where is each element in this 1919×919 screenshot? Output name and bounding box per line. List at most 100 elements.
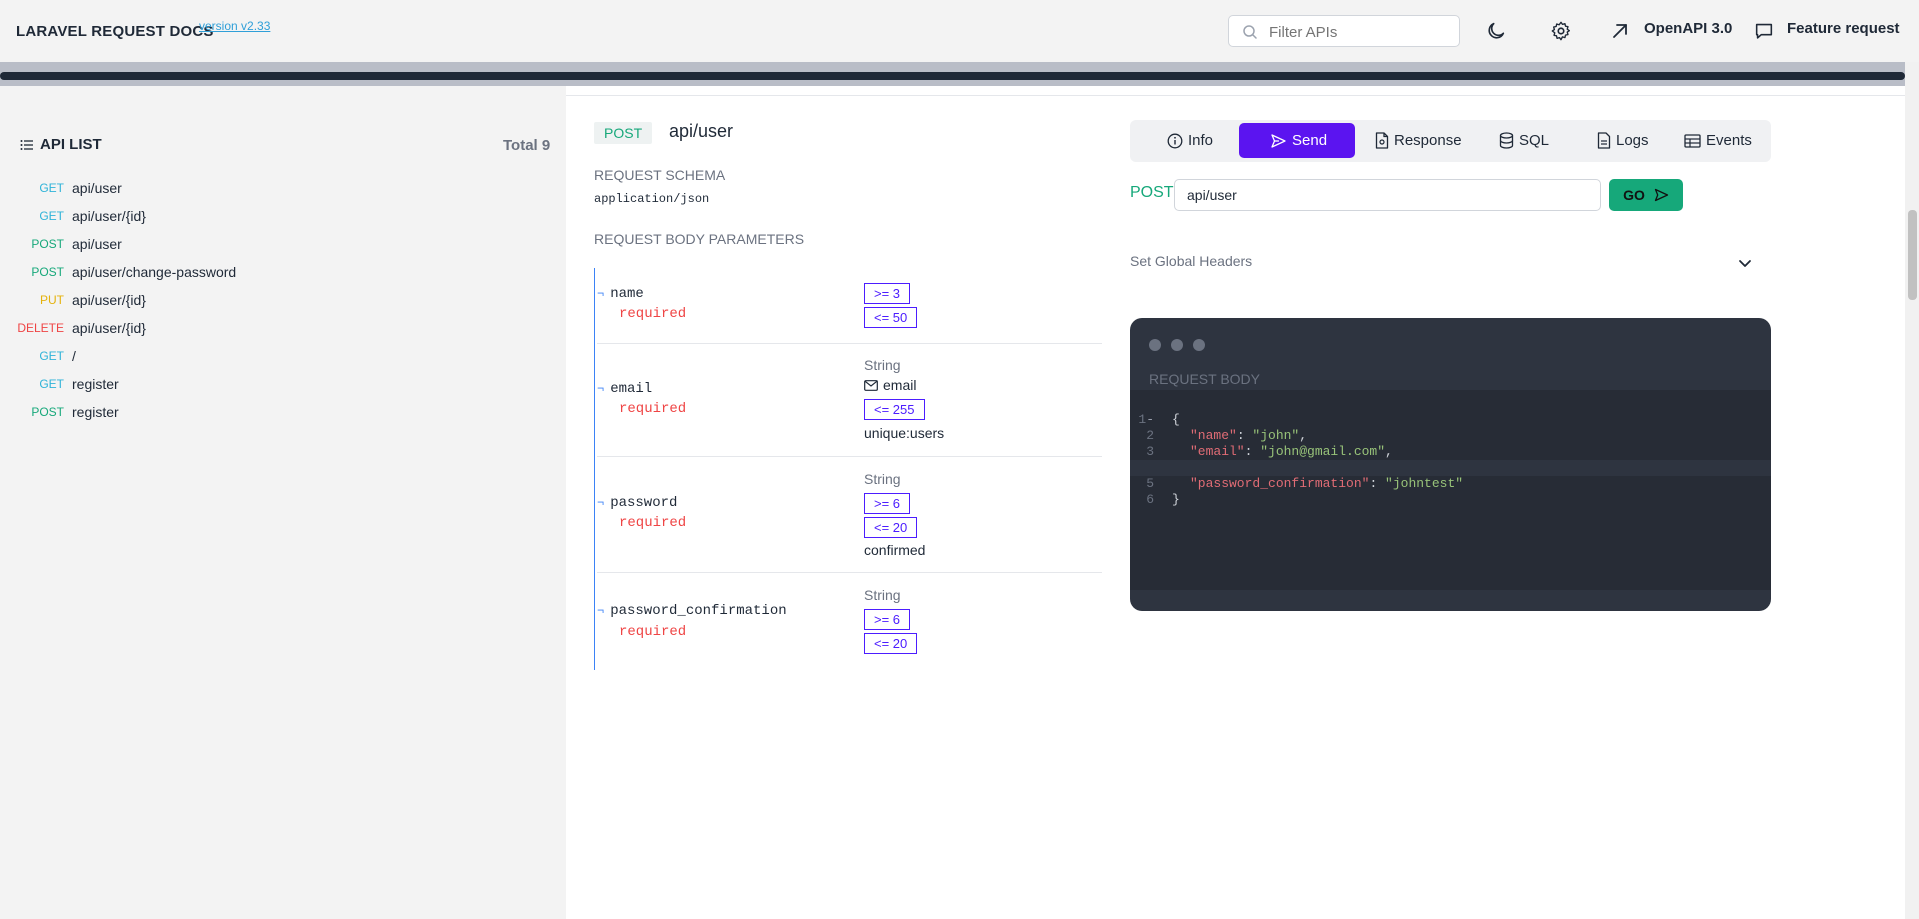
tab-bar: Info Send Response SQL Logs Events	[1130, 120, 1771, 162]
schema-label: REQUEST SCHEMA	[594, 167, 726, 183]
route-method: GET	[39, 377, 64, 391]
progress-bar	[0, 72, 1905, 80]
param-row: ¬ password_confirmation required String >…	[597, 573, 1102, 668]
request-method: POST	[1130, 184, 1174, 201]
settings-button[interactable]	[1548, 18, 1574, 44]
feature-request-link[interactable]: Feature request	[1787, 20, 1900, 37]
filter-input[interactable]	[1269, 21, 1449, 43]
sidebar-route[interactable]: GET api/user/{id}	[0, 207, 300, 227]
param-type: String	[864, 471, 901, 487]
window-dot	[1149, 339, 1161, 351]
send-icon	[1271, 133, 1286, 148]
chat-icon	[1755, 23, 1773, 39]
feature-request-icon-wrap[interactable]	[1751, 18, 1777, 44]
params-border	[594, 268, 595, 670]
app-title: LARAVEL REQUEST DOCS	[16, 23, 214, 40]
param-name: ¬ email	[597, 381, 653, 397]
code-line: 6}	[1146, 492, 1180, 507]
param-required: required	[619, 624, 687, 640]
scrollbar-track[interactable]	[1905, 62, 1919, 919]
tab-info[interactable]: Info	[1157, 123, 1223, 158]
param-type: String	[864, 357, 901, 373]
rule-badge: <= 50	[864, 307, 918, 328]
moon-icon	[1488, 22, 1505, 39]
route-path: register	[72, 376, 119, 392]
route-method: POST	[31, 265, 64, 279]
tab-label: Events	[1706, 132, 1752, 149]
body-params-label: REQUEST BODY PARAMETERS	[594, 231, 805, 247]
version-link[interactable]: version v2.33	[199, 19, 270, 33]
schema-value: application/json	[594, 192, 710, 206]
rule-email: email	[864, 377, 916, 393]
route-path: /	[72, 348, 76, 364]
dark-mode-toggle[interactable]	[1483, 18, 1509, 44]
openapi-arrow[interactable]	[1607, 18, 1633, 44]
sidebar-route[interactable]: GET api/user	[0, 179, 300, 199]
chevron-down-icon[interactable]	[1738, 256, 1752, 270]
route-method: PUT	[40, 293, 64, 307]
sidebar-route[interactable]: POST api/user/change-password	[0, 263, 300, 283]
sidebar-route[interactable]: DELETE api/user/{id}	[0, 319, 300, 339]
route-method: POST	[31, 405, 64, 419]
filter-apis[interactable]	[1228, 15, 1460, 47]
openapi-link[interactable]: OpenAPI 3.0	[1644, 20, 1732, 37]
param-row: ¬ password required String >= 6 <= 20 con…	[597, 457, 1102, 572]
param-required: required	[619, 401, 687, 417]
rule-badge: >= 6	[864, 493, 911, 514]
sidebar: API LIST Total 9 GET api/user GET api/us…	[0, 86, 566, 919]
sidebar-route[interactable]: POST api/user	[0, 235, 300, 255]
code-line: 3 "email": "john@gmail.com",	[1146, 444, 1393, 459]
tab-label: Send	[1292, 132, 1328, 149]
progress-area	[0, 62, 1905, 86]
rule-badge: <= 20	[864, 633, 918, 654]
tab-label: Info	[1188, 132, 1214, 149]
tab-label: Logs	[1616, 132, 1649, 149]
route-method: POST	[31, 237, 64, 251]
go-button[interactable]: GO	[1609, 179, 1683, 211]
tab-send[interactable]: Send	[1239, 123, 1355, 158]
sidebar-route[interactable]: POST register	[0, 403, 300, 423]
tab-events[interactable]: Events	[1674, 123, 1762, 158]
route-path: api/user/{id}	[72, 208, 146, 224]
route-method: GET	[39, 349, 64, 363]
global-headers-toggle[interactable]: Set Global Headers	[1130, 253, 1252, 269]
api-total: Total 9	[503, 137, 551, 154]
tab-sql[interactable]: SQL	[1489, 123, 1559, 158]
route-path: api/user/change-password	[72, 264, 237, 280]
rule-badge: <= 255	[864, 399, 925, 420]
mail-icon	[864, 379, 878, 391]
api-list-title: API LIST	[40, 136, 102, 153]
tab-logs[interactable]: Logs	[1587, 123, 1659, 158]
route-path: api/user	[72, 180, 122, 196]
code-line-active: 5 "password_confirmation": "johntest"	[1130, 460, 1771, 491]
param-row: ¬ name required >= 3 <= 50	[597, 268, 1102, 343]
window-dot	[1193, 339, 1205, 351]
param-type: String	[864, 587, 901, 603]
sidebar-route[interactable]: GET /	[0, 347, 300, 367]
send-icon	[1654, 188, 1669, 202]
route-path: api/user/{id}	[72, 292, 146, 308]
request-body-label: REQUEST BODY	[1149, 371, 1260, 387]
code-line: 1-{	[1138, 412, 1180, 427]
route-path: api/user/{id}	[72, 320, 146, 336]
request-body-editor[interactable]: REQUEST BODY 1-{ 2 "name": "john", 3 "emai…	[1130, 318, 1771, 611]
sidebar-route[interactable]: PUT api/user/{id}	[0, 291, 300, 311]
info-icon	[1167, 133, 1183, 148]
tab-response[interactable]: Response	[1365, 123, 1472, 158]
route-title: api/user	[669, 121, 734, 141]
file-icon	[1375, 132, 1389, 149]
rule-text: unique:users	[864, 425, 945, 441]
rule-badge: >= 6	[864, 609, 911, 630]
code-line: 2 "name": "john",	[1146, 428, 1308, 443]
window-dot	[1171, 339, 1183, 351]
route-method: DELETE	[17, 321, 64, 335]
sidebar-route[interactable]: GET register	[0, 375, 300, 395]
code-editor[interactable]: 1-{ 2 "name": "john", 3 "email": "john@gma…	[1130, 390, 1771, 590]
request-url-input[interactable]	[1174, 179, 1601, 211]
param-name: ¬ password_confirmation	[597, 603, 787, 619]
tab-label: SQL	[1519, 132, 1550, 149]
scrollbar-thumb[interactable]	[1908, 210, 1917, 300]
code-line: 4"password": "johntest",	[1130, 444, 1771, 475]
param-required: required	[619, 515, 687, 531]
arrow-up-right-icon	[1613, 24, 1627, 38]
